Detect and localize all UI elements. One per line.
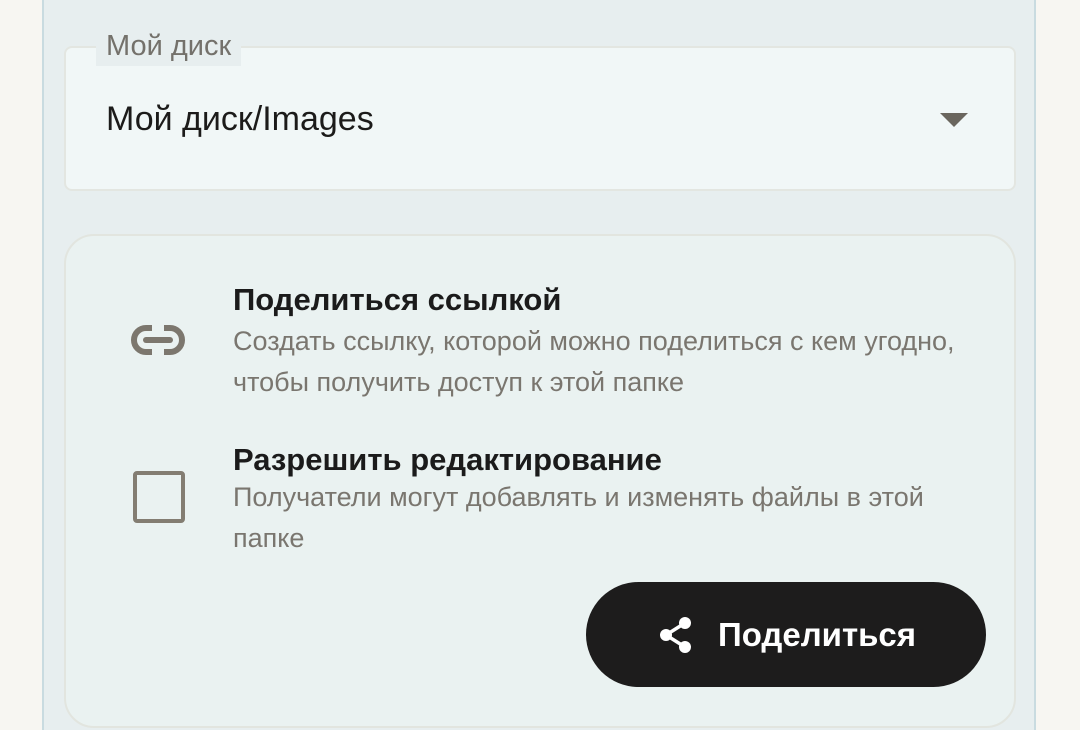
- allow-edit-title[interactable]: Разрешить редактирование: [233, 440, 662, 480]
- share-icon: [659, 616, 691, 653]
- folder-select-value[interactable]: Мой диск/Images: [106, 96, 374, 142]
- share-link-description: Создать ссылку, которой можно поделиться…: [233, 326, 955, 397]
- allow-edit-checkbox[interactable]: [133, 471, 185, 523]
- share-button-label: Поделиться: [717, 615, 917, 653]
- folder-select-label: Мой диск: [96, 28, 242, 66]
- share-link-title: Поделиться ссылкой: [233, 282, 562, 317]
- share-button[interactable]: Поделиться: [586, 582, 986, 687]
- dropdown-arrow-icon[interactable]: [940, 113, 968, 127]
- link-icon: [131, 324, 185, 356]
- allow-edit-description: Получатели могут добавлять и изменять фа…: [233, 482, 924, 553]
